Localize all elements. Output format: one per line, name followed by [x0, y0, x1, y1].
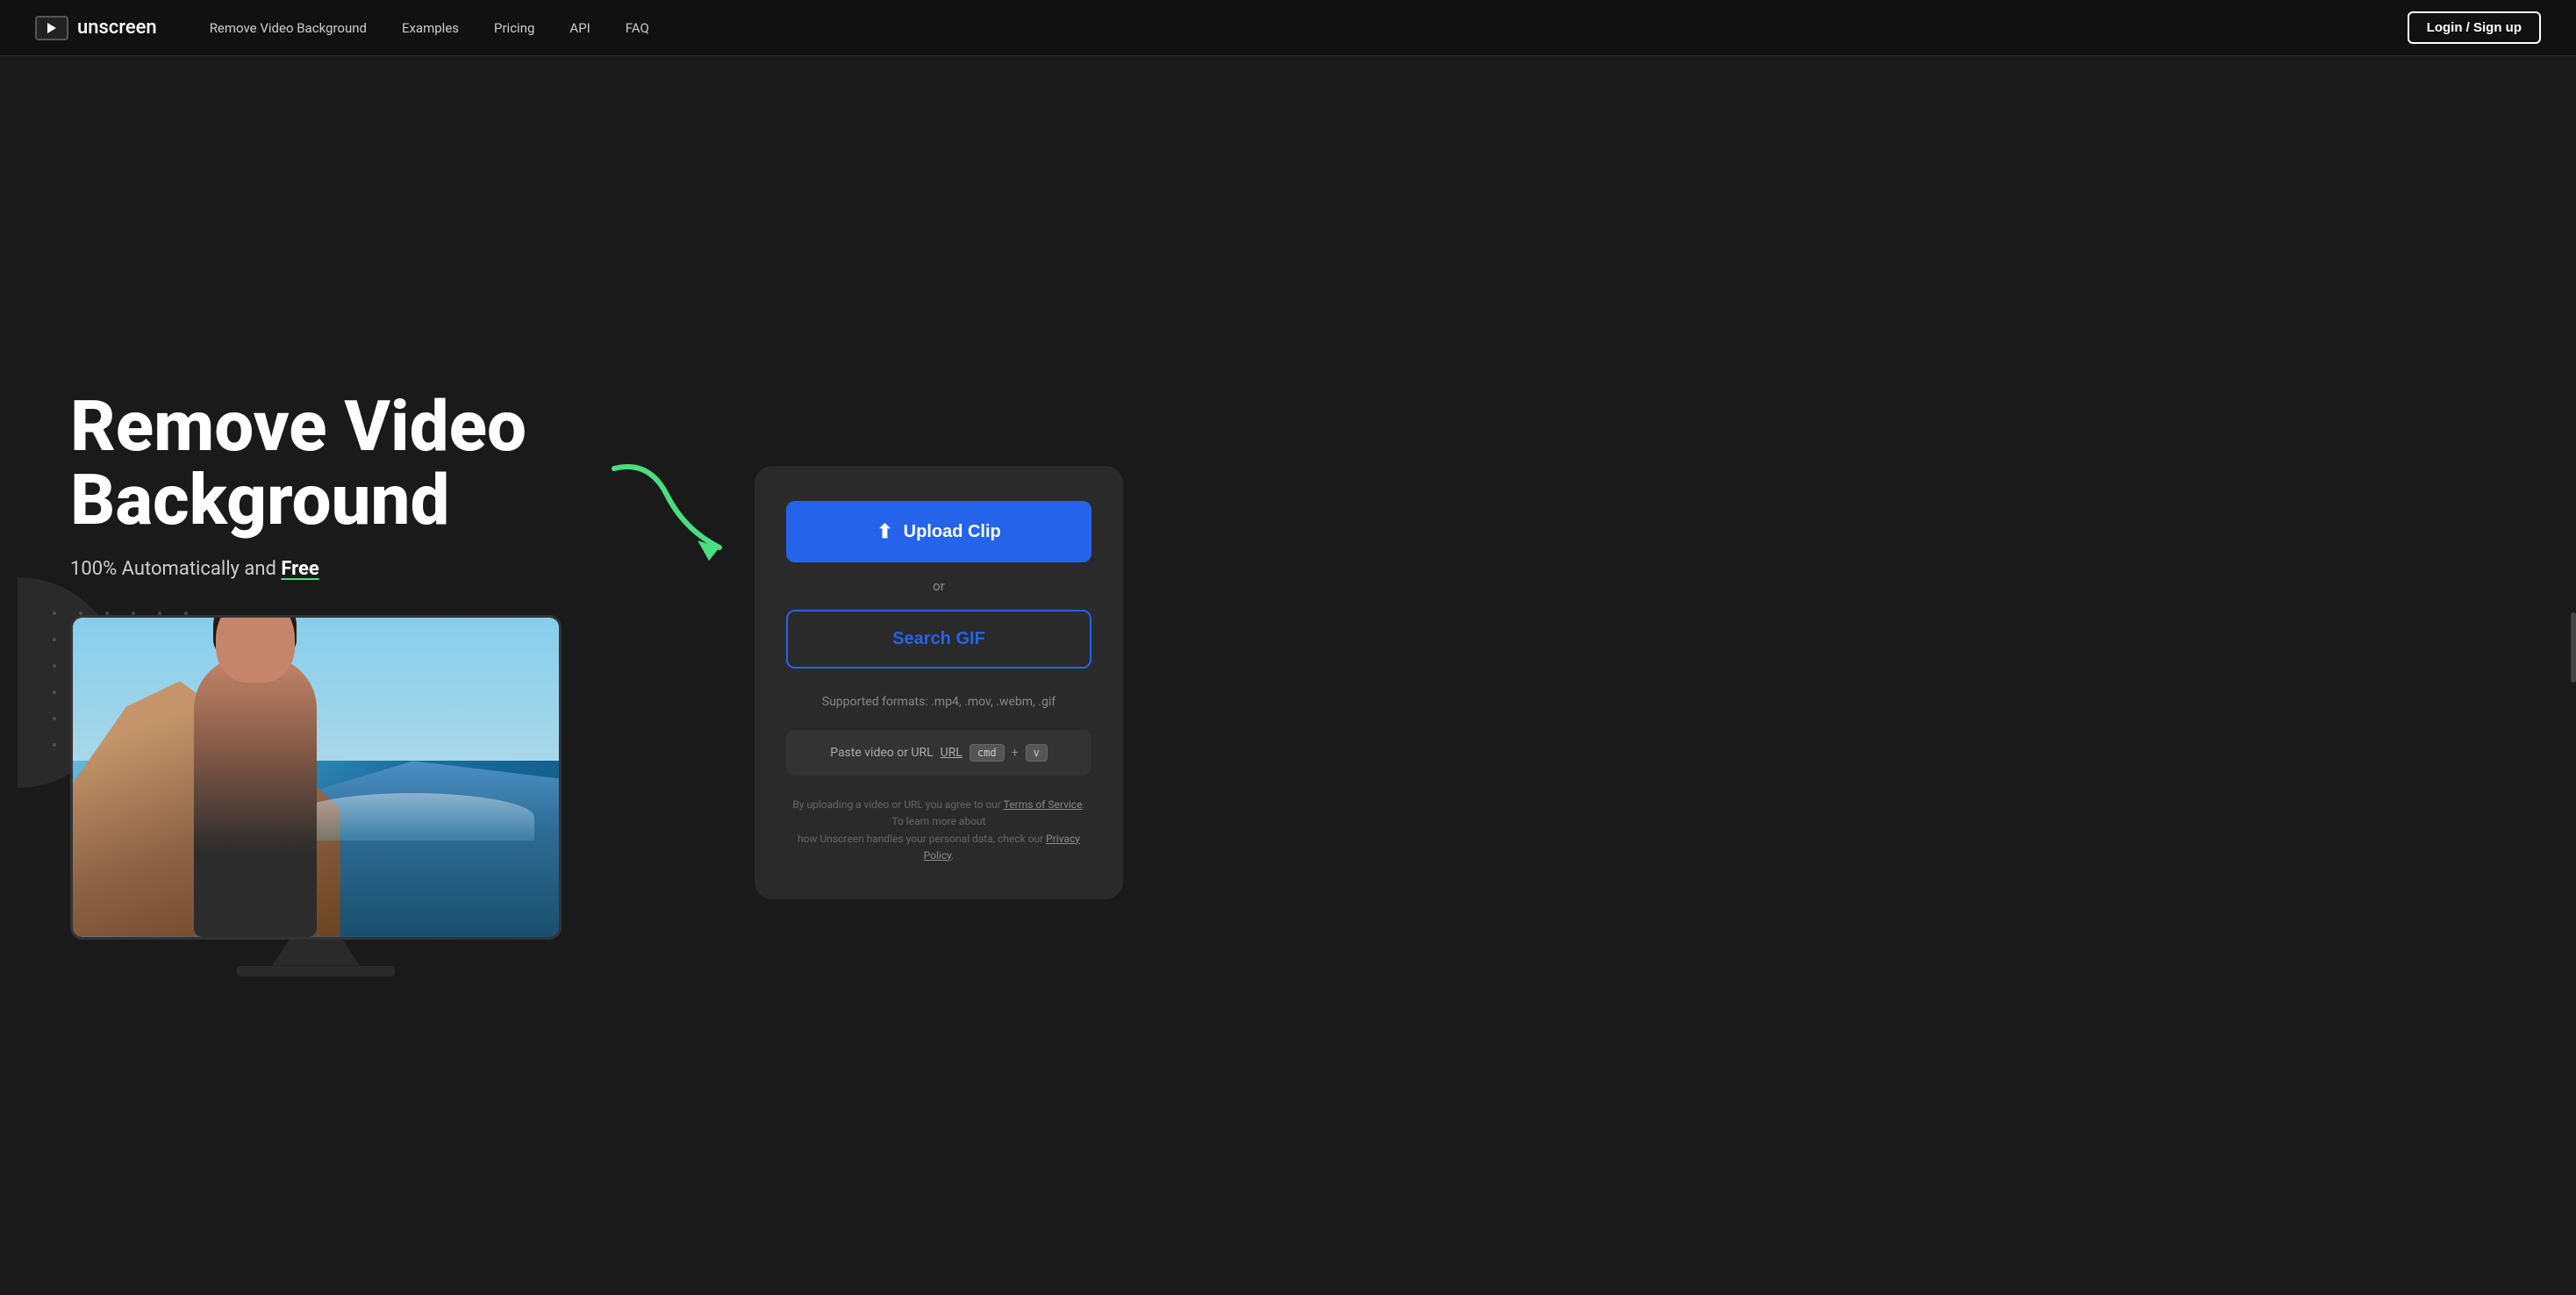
person-body	[194, 656, 317, 937]
paste-label: Paste video or URL	[830, 746, 933, 760]
dot	[53, 743, 56, 747]
dot	[53, 664, 56, 668]
hero-title: Remove Video Background	[70, 390, 684, 537]
subtitle-bold: Free	[281, 558, 318, 580]
url-text: URL	[941, 746, 962, 760]
logo-text: unscreen	[77, 17, 157, 39]
monitor-stand	[272, 940, 360, 966]
monitor-base	[237, 966, 395, 977]
upload-icon: ⬆	[877, 520, 892, 543]
hero-section: Remove Video Background 100% Automatical…	[0, 0, 2576, 1295]
arrow-decoration	[597, 442, 737, 583]
monitor-frame	[70, 615, 562, 940]
search-gif-button[interactable]: Search GIF	[786, 610, 1091, 669]
terms-end: .	[951, 849, 954, 862]
subtitle-normal: 100% Automatically and	[70, 558, 281, 580]
hero-subtitle: 100% Automatically and Free	[70, 558, 684, 580]
v-key: v	[1026, 744, 1048, 762]
nav-examples[interactable]: Examples	[402, 20, 459, 36]
upload-card: ⬆ Upload Clip or Search GIF Supported fo…	[755, 466, 1123, 899]
dot	[53, 690, 56, 694]
nav-links: Remove Video Background Examples Pricing…	[210, 20, 2408, 36]
terms-of-service-link[interactable]: Terms of Service	[1004, 798, 1083, 811]
upload-btn-label: Upload Clip	[904, 522, 1001, 542]
or-divider: or	[786, 578, 1091, 594]
dot	[53, 638, 56, 641]
terms-line1: By uploading a video or URL you agree to…	[792, 798, 1003, 811]
login-button[interactable]: Login / Sign up	[2408, 11, 2541, 44]
cmd-key: cmd	[970, 744, 1005, 762]
person-silhouette	[146, 618, 364, 937]
monitor-container	[70, 615, 562, 977]
dot	[53, 717, 56, 720]
paste-section: Paste video or URL URL cmd + v	[786, 730, 1091, 776]
monitor-screen	[73, 618, 559, 937]
hero-right: ⬆ Upload Clip or Search GIF Supported fo…	[755, 466, 1123, 899]
logo[interactable]: unscreen	[35, 16, 157, 40]
supported-formats: Supported formats: .mp4, .mov, .webm, .g…	[786, 695, 1091, 709]
nav-pricing[interactable]: Pricing	[494, 20, 534, 36]
nav-remove-bg[interactable]: Remove Video Background	[210, 20, 367, 36]
upload-clip-button[interactable]: ⬆ Upload Clip	[786, 501, 1091, 562]
hero-title-line2: Background	[70, 459, 450, 541]
navbar: unscreen Remove Video Background Example…	[0, 0, 2576, 56]
dot	[53, 612, 56, 615]
terms-text: By uploading a video or URL you agree to…	[786, 797, 1091, 864]
hero-title-line1: Remove Video	[70, 385, 526, 468]
plus-sign: +	[1012, 746, 1019, 760]
terms-line3: how Unscreen handles your personal data,…	[798, 833, 1046, 845]
nav-faq[interactable]: FAQ	[626, 20, 649, 36]
hero-left: Remove Video Background 100% Automatical…	[70, 390, 684, 977]
nav-api[interactable]: API	[569, 20, 590, 36]
logo-icon	[35, 16, 68, 40]
person-head	[216, 618, 295, 683]
scroll-handle[interactable]	[2571, 612, 2576, 683]
